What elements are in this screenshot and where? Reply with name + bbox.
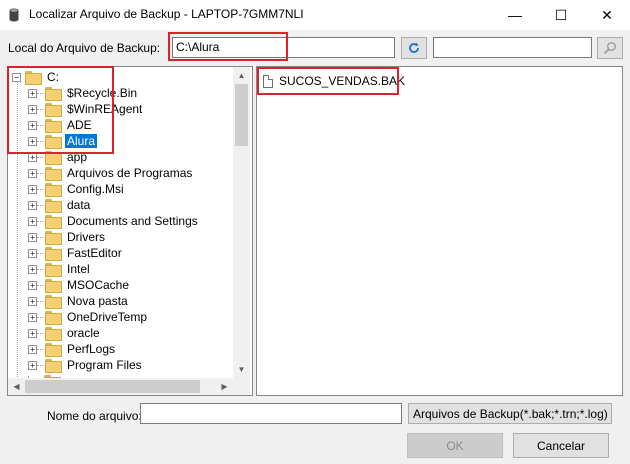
tree-connector: [37, 364, 43, 366]
folder-icon: [45, 279, 62, 293]
tree-item-label: Arquivos de Programas: [67, 166, 193, 180]
scroll-right-icon[interactable]: ▶: [216, 378, 233, 395]
scroll-left-icon[interactable]: ◀: [8, 378, 25, 395]
search-input[interactable]: [433, 37, 592, 58]
folder-icon: [45, 215, 62, 229]
file-highlight-box: [257, 67, 399, 95]
tree-item-label: Intel: [67, 262, 90, 276]
folder-icon: [45, 359, 62, 373]
tree-item-label: Drivers: [67, 230, 105, 244]
folder-icon: [45, 247, 62, 261]
refresh-button[interactable]: [401, 37, 427, 59]
folder-icon: [45, 199, 62, 213]
tree-highlight-box: [7, 66, 114, 154]
folder-icon: [45, 311, 62, 325]
folder-icon: [45, 343, 62, 357]
tree-connector: [37, 252, 43, 254]
tree-item-label: OneDriveTemp: [67, 310, 148, 324]
tree-connector: [37, 236, 43, 238]
folder-icon: [45, 327, 62, 341]
scrollbar-corner: [233, 378, 250, 395]
tree-item[interactable]: + Drivers: [28, 229, 107, 245]
ok-button[interactable]: OK: [407, 433, 503, 458]
tree-connector: [37, 188, 43, 190]
expand-icon[interactable]: +: [28, 168, 37, 178]
tree-item[interactable]: + Intel: [28, 261, 92, 277]
folder-icon: [45, 183, 62, 197]
tree-item-label: FastEditor: [67, 246, 122, 260]
filename-label: Nome do arquivo:: [47, 409, 142, 423]
tree-connector: [37, 284, 43, 286]
tree-item[interactable]: + FastEditor: [28, 245, 124, 261]
file-list[interactable]: [256, 66, 623, 396]
folder-icon: [45, 231, 62, 245]
tree-item[interactable]: + OneDriveTemp: [28, 309, 149, 325]
search-button[interactable]: [597, 37, 623, 59]
expand-icon[interactable]: +: [28, 184, 37, 194]
location-highlight-box: [168, 32, 288, 61]
filetype-select[interactable]: Arquivos de Backup(*.bak;*.trn;*.log): [408, 403, 612, 424]
scroll-up-icon[interactable]: ▲: [233, 67, 250, 84]
expand-icon[interactable]: +: [28, 360, 37, 370]
tree-connector: [37, 316, 43, 318]
tree-connector: [37, 220, 43, 222]
backup-location-label: Local do Arquivo de Backup:: [8, 41, 161, 55]
expand-icon[interactable]: +: [28, 248, 37, 258]
tree-item-label: MSOCache: [67, 278, 130, 292]
expand-icon[interactable]: +: [28, 200, 37, 210]
expand-icon[interactable]: +: [28, 296, 37, 306]
tree-item-label: Nova pasta: [67, 294, 128, 308]
tree-item-label: Documents and Settings: [67, 214, 198, 228]
window-title: Localizar Arquivo de Backup - LAPTOP-7GM…: [29, 7, 304, 21]
expand-icon[interactable]: +: [28, 232, 37, 242]
tree-item[interactable]: + Config.Msi: [28, 181, 126, 197]
expand-icon[interactable]: +: [28, 328, 37, 338]
expand-icon[interactable]: +: [28, 312, 37, 322]
tree-connector: [37, 348, 43, 350]
tree-item[interactable]: + MSOCache: [28, 277, 131, 293]
database-icon: [9, 8, 19, 22]
filetype-value: Arquivos de Backup(*.bak;*.trn;*.log): [413, 406, 608, 421]
refresh-icon: [409, 42, 419, 53]
search-icon: [603, 42, 616, 55]
tree-item-label: oracle: [67, 326, 100, 340]
tree-item-label: data: [67, 198, 91, 212]
tree-item[interactable]: + Documents and Settings: [28, 213, 200, 229]
tree-connector: [37, 268, 43, 270]
tree-item[interactable]: + oracle: [28, 325, 102, 341]
tree-connector: [37, 204, 43, 206]
tree-item-label: PerfLogs: [67, 342, 116, 356]
tree-item[interactable]: + Nova pasta: [28, 293, 130, 309]
tree-connector: [37, 172, 43, 174]
tree-item-label: Config.Msi: [67, 182, 124, 196]
expand-icon[interactable]: +: [28, 344, 37, 354]
folder-icon: [45, 263, 62, 277]
tree-item-label: Program Files: [67, 358, 142, 372]
scroll-down-icon[interactable]: ▼: [233, 361, 250, 378]
expand-icon[interactable]: +: [28, 280, 37, 290]
expand-icon[interactable]: +: [28, 264, 37, 274]
vertical-scroll-thumb[interactable]: [235, 84, 248, 146]
horizontal-scroll-thumb[interactable]: [25, 380, 200, 393]
folder-icon: [45, 167, 62, 181]
expand-icon[interactable]: +: [28, 216, 37, 226]
cancel-button[interactable]: Cancelar: [513, 433, 609, 458]
tree-connector: [37, 332, 43, 334]
tree-item[interactable]: + PerfLogs: [28, 341, 117, 357]
tree-item[interactable]: + Program Files: [28, 357, 144, 373]
filename-input[interactable]: [140, 403, 402, 424]
tree-connector: [37, 156, 43, 158]
tree-item[interactable]: + data: [28, 197, 92, 213]
tree-item[interactable]: + Arquivos de Programas: [28, 165, 194, 181]
close-button[interactable]: ✕: [584, 0, 630, 30]
tree-connector: [37, 300, 43, 302]
minimize-button[interactable]: —: [492, 0, 538, 30]
folder-icon: [45, 295, 62, 309]
maximize-button[interactable]: ☐: [538, 0, 584, 30]
